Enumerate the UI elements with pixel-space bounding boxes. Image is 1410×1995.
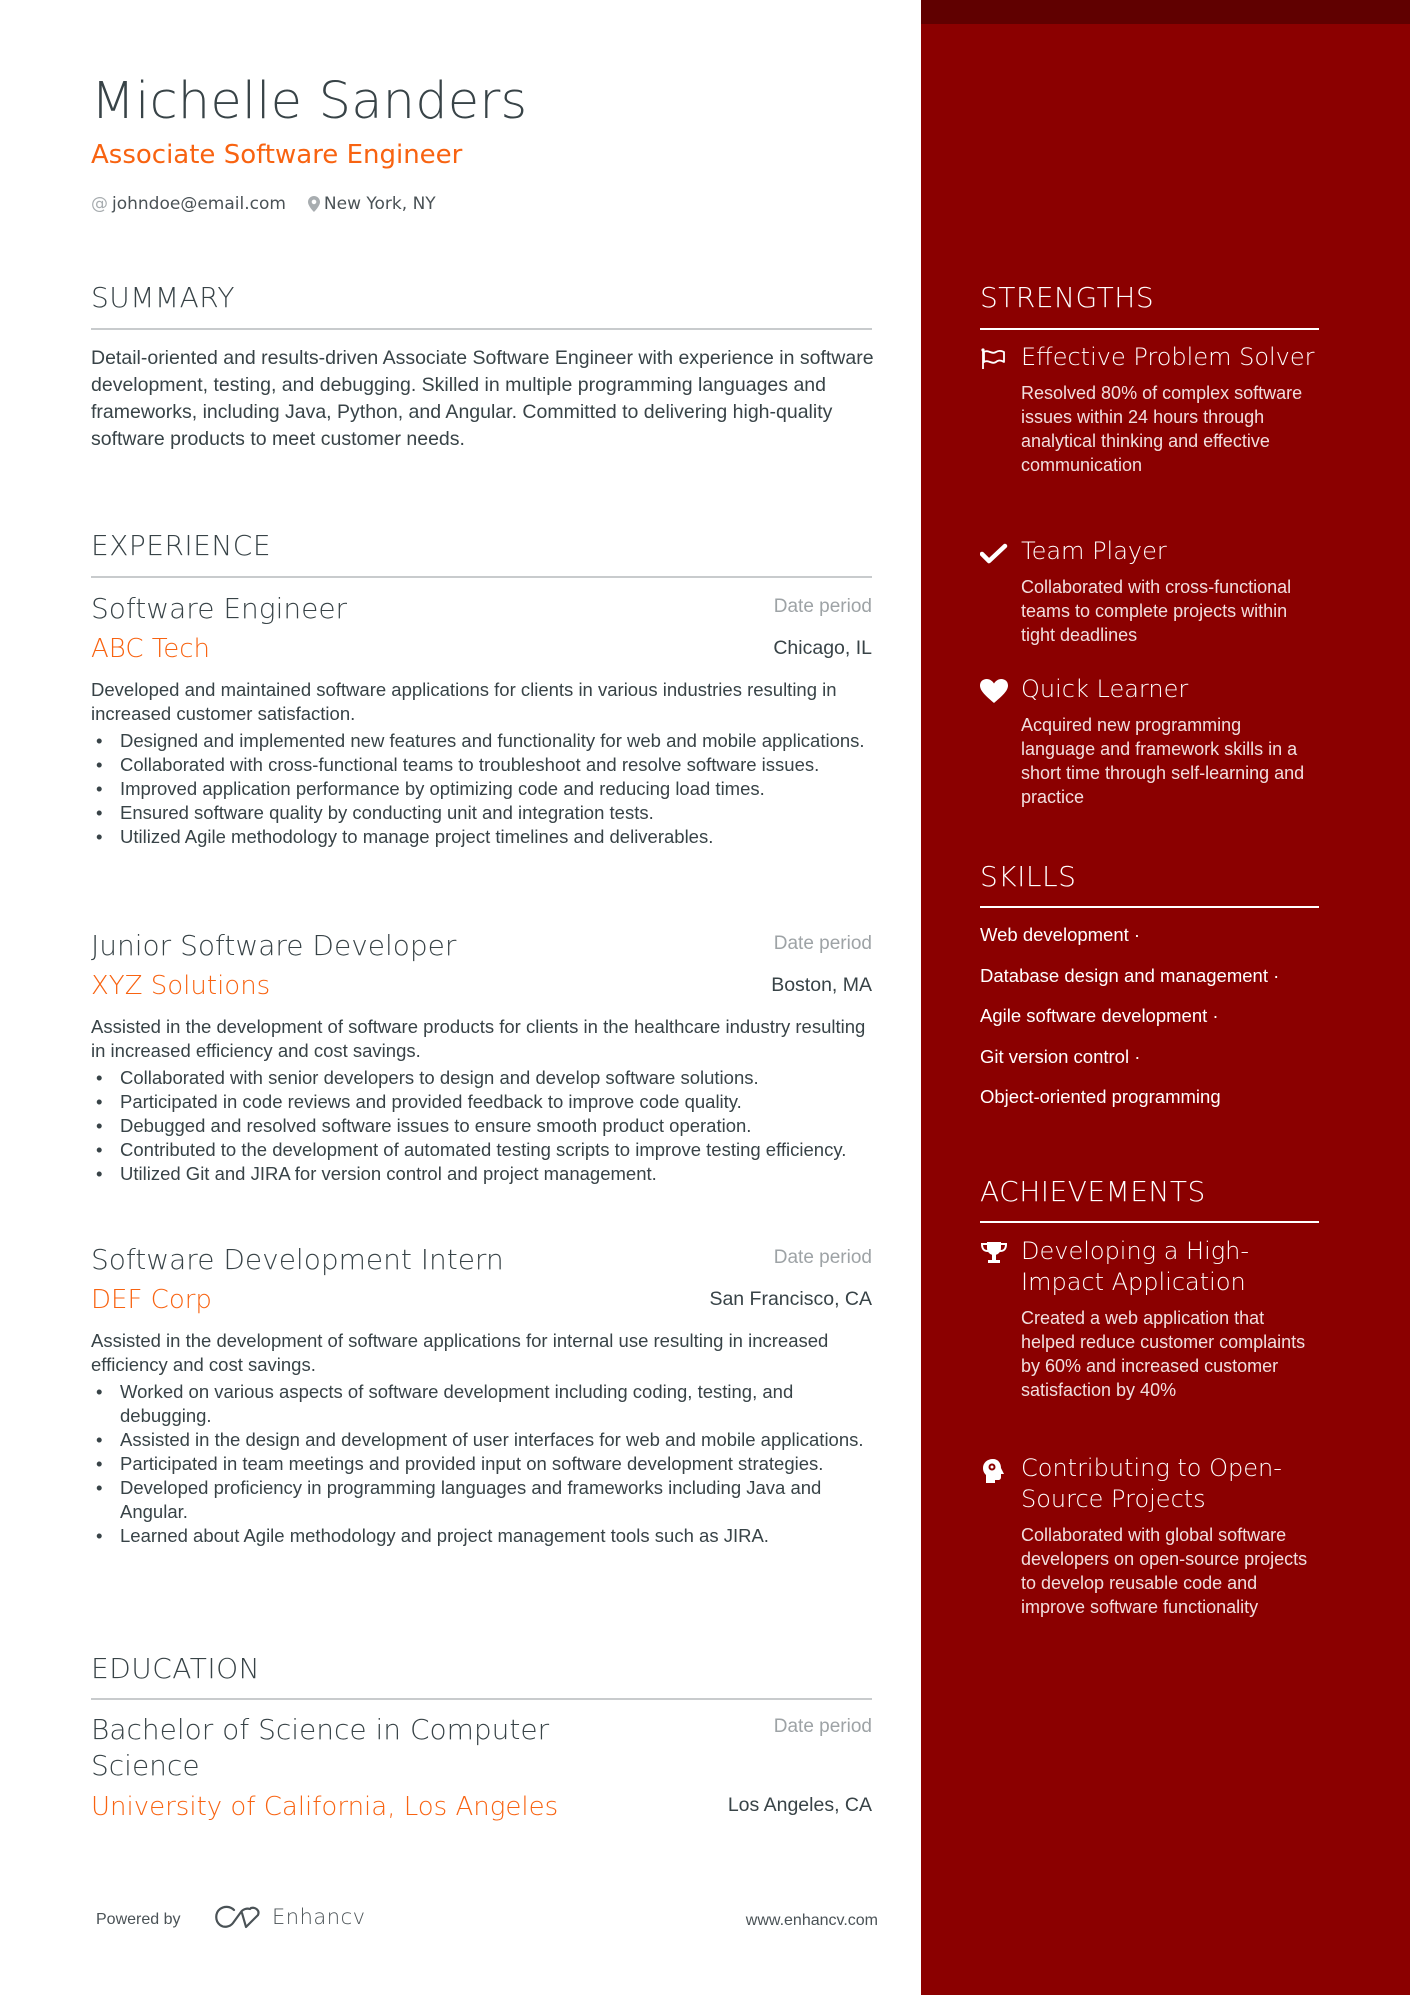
experience-heading: EXPERIENCE [91, 529, 272, 562]
job-entry: Junior Software Developer Date period XY… [91, 929, 872, 1186]
candidate-name: Michelle Sanders [91, 72, 528, 131]
powered-by-label: Powered by [96, 1911, 181, 1928]
skill-item: Web development · [980, 924, 1141, 945]
contact-info: @ johndoe@email.com New York, NY [91, 194, 458, 214]
job-bullet: Ensured software quality by conducting u… [91, 801, 872, 825]
skills-heading: SKILLS [980, 860, 1077, 893]
footer: Powered by Enhancv www.enhancv.com [96, 1905, 878, 1935]
at-icon: @ [91, 194, 108, 214]
job-bullet: Improved application performance by opti… [91, 777, 872, 801]
skill-item: Agile software development · [980, 1005, 1219, 1026]
job-bullet: Worked on various aspects of software de… [91, 1380, 872, 1428]
job-company: DEF Corp [91, 1285, 212, 1315]
location-contact: New York, NY [307, 194, 436, 214]
job-location: Chicago, IL [773, 637, 872, 659]
skills-list: Web development · Database design and ma… [980, 924, 1320, 1127]
strength-description: Collaborated with cross-functional teams… [1021, 577, 1292, 645]
flag-icon [980, 346, 1008, 374]
location-text: New York, NY [323, 194, 436, 214]
job-bullet: Developed proficiency in programming lan… [91, 1476, 872, 1524]
heart-icon [980, 678, 1008, 706]
strength-item: Team Player Collaborated with cross-func… [979, 536, 1320, 647]
sidebar: STRENGTHS Effective Problem Solver Resol… [921, 0, 1410, 1995]
job-bullet: Collaborated with cross-functional teams… [91, 753, 872, 777]
job-bullets: Designed and implemented new features an… [91, 729, 872, 849]
summary-heading: SUMMARY [91, 281, 236, 314]
achievement-description: Collaborated with global software develo… [1021, 1525, 1308, 1617]
skill-item: Git version control · [980, 1045, 1141, 1067]
achievement-description: Created a web application that helped re… [1021, 1308, 1306, 1400]
enhancv-logo-text: Enhancv [272, 1905, 366, 1929]
achievement-title: Developing a High-Impact Application [1021, 1237, 1250, 1296]
strength-item: Quick Learner Acquired new programming l… [980, 674, 1320, 809]
map-pin-icon [307, 196, 320, 212]
enhancv-logo[interactable]: Enhancv [214, 1905, 366, 1929]
degree-title: Bachelor of Science in Computer Science [91, 1713, 550, 1782]
strength-item: Effective Problem Solver Resolved 80% of… [980, 342, 1320, 477]
email-contact[interactable]: @ johndoe@email.com [91, 194, 286, 214]
website-link[interactable]: www.enhancv.com [746, 1912, 878, 1930]
summary-divider [91, 328, 872, 330]
candidate-title: Associate Software Engineer [91, 140, 463, 170]
job-bullets: Collaborated with senior developers to d… [91, 1066, 872, 1186]
school-location: Los Angeles, CA [727, 1794, 872, 1816]
education-heading: EDUCATION [91, 1652, 261, 1685]
job-title: Software Development Intern [91, 1243, 504, 1276]
school-name: University of California, Los Angeles [91, 1792, 559, 1822]
job-bullet: Participated in code reviews and provide… [91, 1090, 872, 1114]
check-icon [979, 540, 1008, 568]
skill-item: Object-oriented programming [980, 1086, 1221, 1107]
job-date: Date period [773, 1247, 872, 1268]
job-description: Assisted in the development of software … [91, 1016, 866, 1061]
job-bullet: Designed and implemented new features an… [91, 729, 872, 753]
achievement-title: Contributing to Open-Source Projects [1021, 1454, 1282, 1513]
job-bullets: Worked on various aspects of software de… [91, 1380, 872, 1548]
skill-item: Database design and management · [980, 964, 1280, 986]
job-date: Date period [773, 596, 872, 617]
main-column: Michelle Sanders Associate Software Engi… [0, 0, 921, 1995]
job-bullet: Utilized Agile methodology to manage pro… [91, 825, 872, 849]
strength-title: Quick Learner [1021, 675, 1189, 703]
job-bullet: Participated in team meetings and provid… [91, 1452, 872, 1476]
email-text: johndoe@email.com [112, 194, 286, 214]
brain-head-icon [980, 1457, 1008, 1485]
education-date: Date period [773, 1716, 872, 1737]
job-description: Assisted in the development of software … [91, 1330, 829, 1375]
enhancv-logo-icon [215, 1905, 260, 1929]
achievement-item: Developing a High-Impact Application Cre… [980, 1236, 1320, 1402]
job-description: Developed and maintained software applic… [91, 679, 837, 724]
experience-divider [91, 576, 872, 578]
achievements-divider [980, 1221, 1319, 1223]
strength-title: Effective Problem Solver [1021, 343, 1315, 371]
summary-text: Detail-oriented and results-driven Assoc… [91, 347, 874, 450]
job-bullet: Assisted in the design and development o… [91, 1428, 872, 1452]
job-company: ABC Tech [91, 634, 211, 664]
strengths-heading: STRENGTHS [980, 281, 1155, 314]
strength-title: Team Player [1021, 537, 1167, 565]
job-date: Date period [773, 933, 872, 954]
job-location: Boston, MA [771, 974, 872, 996]
job-bullet: Learned about Agile methodology and proj… [91, 1524, 872, 1548]
job-company: XYZ Solutions [91, 971, 271, 1001]
job-bullet: Utilized Git and JIRA for version contro… [91, 1162, 872, 1186]
achievements-heading: ACHIEVEMENTS [980, 1175, 1206, 1208]
job-location: San Francisco, CA [709, 1288, 872, 1310]
sidebar-top-bar [921, 0, 1410, 24]
strengths-divider [980, 328, 1319, 330]
job-title: Software Engineer [91, 592, 348, 625]
job-entry: Software Engineer Date period ABC Tech C… [91, 592, 872, 849]
strength-description: Resolved 80% of complex software issues … [1021, 383, 1303, 475]
job-bullet: Debugged and resolved software issues to… [91, 1114, 872, 1138]
trophy-icon [980, 1240, 1008, 1268]
education-divider [91, 1698, 872, 1700]
job-bullet: Collaborated with senior developers to d… [91, 1066, 872, 1090]
job-title: Junior Software Developer [91, 929, 457, 962]
skills-divider [980, 906, 1319, 908]
job-entry: Software Development Intern Date period … [91, 1243, 872, 1548]
strength-description: Acquired new programming language and fr… [1021, 715, 1305, 807]
job-bullet: Contributed to the development of automa… [91, 1138, 872, 1162]
achievement-item: Contributing to Open-Source Projects Col… [980, 1453, 1320, 1619]
